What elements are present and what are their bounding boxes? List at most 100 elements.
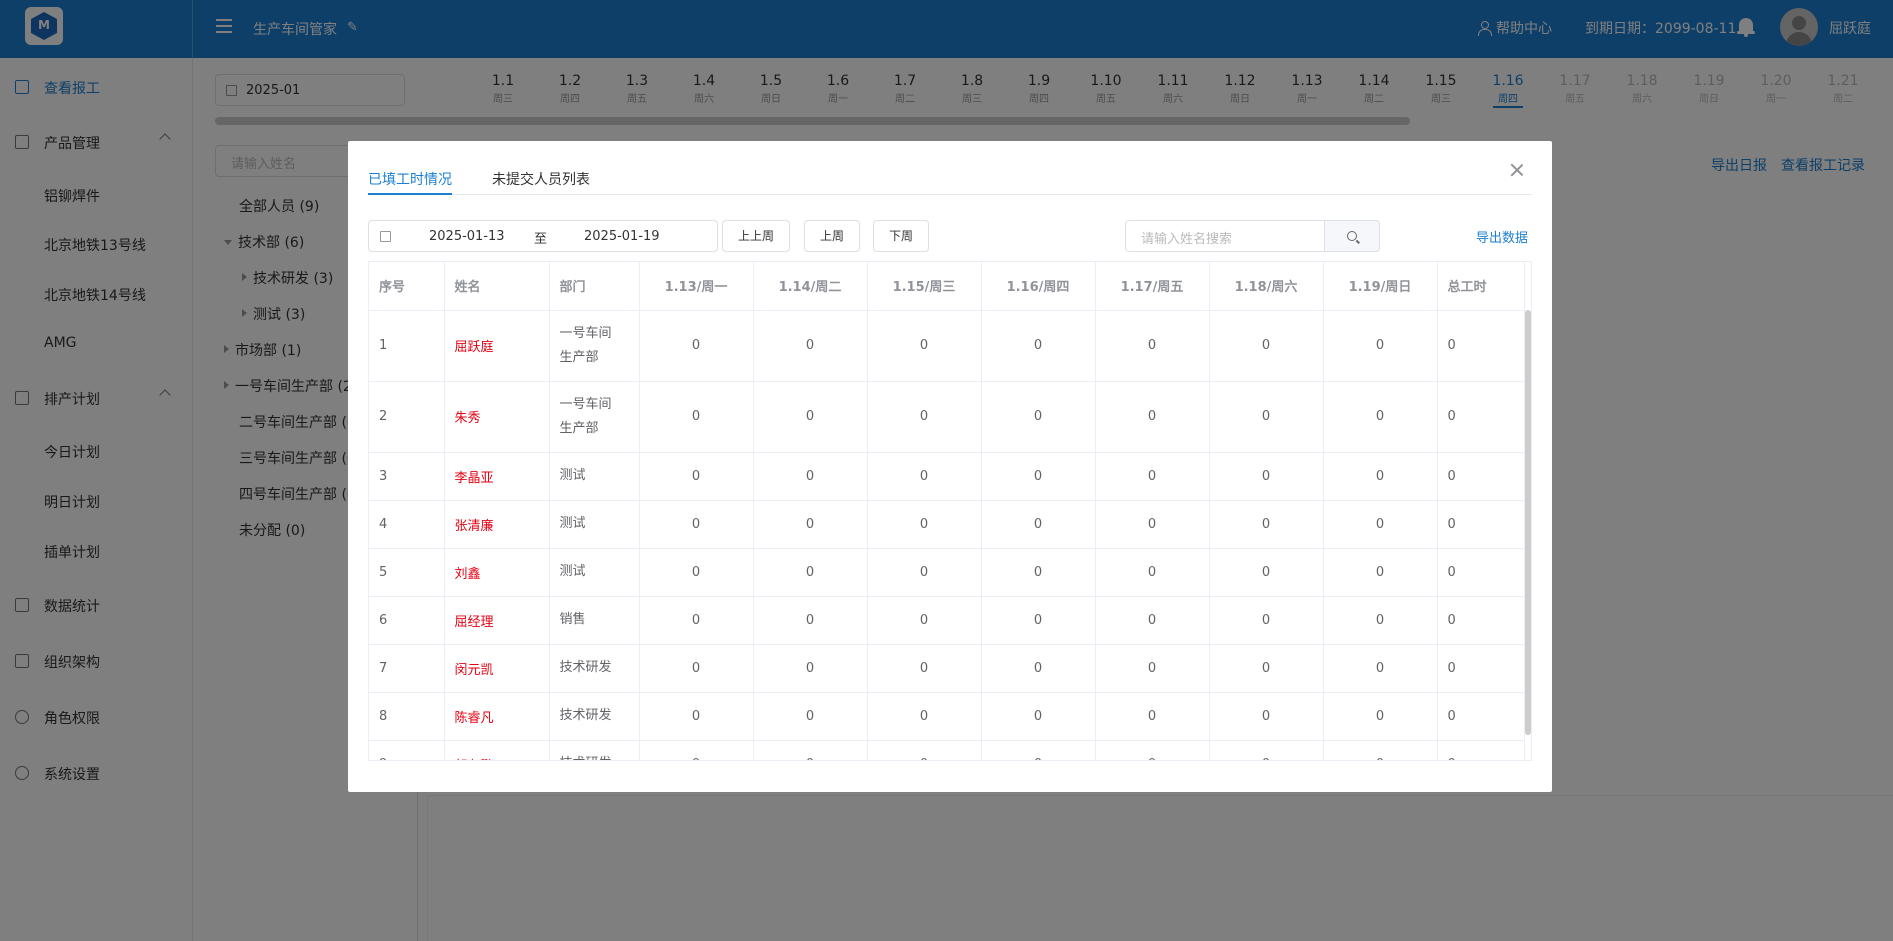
day-hours: 0	[753, 500, 868, 549]
row-number: 4	[369, 500, 445, 549]
total-hours: 0	[1437, 310, 1525, 382]
table-row[interactable]: 3 李晶亚 测试 0 0 0 0 0 0 0 0	[369, 452, 1525, 501]
day-hours: 0	[1095, 740, 1210, 760]
range-start: 2025-01-13	[429, 229, 505, 244]
department: 测试	[549, 452, 640, 501]
table-row[interactable]: 8 陈睿凡 技术研发 0 0 0 0 0 0 0 0	[369, 692, 1525, 741]
hours-table: 序号 姓名 部门 1.13/周一 1.14/周二 1.15/周三 1.16/周四 1.17/周…	[368, 261, 1532, 761]
table-row[interactable]: 4 张清廉 测试 0 0 0 0 0 0 0 0	[369, 500, 1525, 549]
day-hours: 0	[1209, 548, 1324, 597]
tab-filled-hours[interactable]: 已填工时情况	[368, 169, 452, 195]
tab-unsubmitted[interactable]: 未提交人员列表	[492, 169, 590, 195]
row-number: 2	[369, 381, 445, 453]
row-number: 3	[369, 452, 445, 501]
department: 技术研发	[549, 740, 640, 760]
day-hours: 0	[1323, 381, 1438, 453]
department: 测试	[549, 500, 640, 549]
employee-name: 刘鑫	[444, 548, 550, 597]
search-button[interactable]	[1324, 220, 1380, 252]
name-search-input[interactable]: 请输入姓名搜索	[1125, 220, 1325, 252]
calendar-icon	[380, 231, 391, 242]
department: 一号车间生产部	[549, 310, 640, 382]
department: 技术研发	[549, 692, 640, 741]
table-row[interactable]: 5 刘鑫 测试 0 0 0 0 0 0 0 0	[369, 548, 1525, 597]
day-hours: 0	[981, 452, 1096, 501]
column-header: 部门	[549, 262, 640, 311]
day-hours: 0	[1323, 500, 1438, 549]
vertical-scrollbar[interactable]	[1525, 310, 1531, 735]
day-hours: 0	[639, 500, 754, 549]
day-hours: 0	[981, 644, 1096, 693]
employee-name: 陈睿凡	[444, 692, 550, 741]
department: 销售	[549, 596, 640, 645]
employee-name: 闵元凯	[444, 644, 550, 693]
day-hours: 0	[753, 692, 868, 741]
day-hours: 0	[753, 310, 868, 382]
table-row[interactable]: 1 屈跃庭 一号车间生产部 0 0 0 0 0 0 0 0	[369, 310, 1525, 382]
table-row[interactable]: 7 闵元凯 技术研发 0 0 0 0 0 0 0 0	[369, 644, 1525, 693]
dialog-tabs: 已填工时情况 未提交人员列表	[368, 165, 1532, 195]
day-hours: 0	[639, 692, 754, 741]
employee-name: 屈跃庭	[444, 310, 550, 382]
day-hours: 0	[639, 740, 754, 760]
employee-name: 屈经理	[444, 596, 550, 645]
row-number: 1	[369, 310, 445, 382]
day-hours: 0	[1095, 500, 1210, 549]
export-data-link[interactable]: 导出数据	[1476, 227, 1528, 246]
row-number: 6	[369, 596, 445, 645]
search-icon	[1347, 231, 1357, 241]
day-hours: 0	[1209, 692, 1324, 741]
day-hours: 0	[981, 692, 1096, 741]
employee-name: 李晶亚	[444, 452, 550, 501]
day-hours: 0	[867, 548, 982, 597]
total-hours: 0	[1437, 548, 1525, 597]
employee-name: 朱秀	[444, 381, 550, 453]
day-hours: 0	[867, 500, 982, 549]
day-hours: 0	[753, 644, 868, 693]
day-hours: 0	[1323, 596, 1438, 645]
column-header: 总工时	[1437, 262, 1525, 311]
next-week-button[interactable]: 下周	[873, 220, 929, 252]
day-hours: 0	[981, 381, 1096, 453]
prev-week-button[interactable]: 上周	[804, 220, 860, 252]
table-row[interactable]: 9胡友鹏技术研发00000000	[369, 740, 1525, 760]
day-hours: 0	[1095, 452, 1210, 501]
column-header: 1.14/周二	[753, 262, 868, 311]
day-hours: 0	[753, 452, 868, 501]
day-hours: 0	[639, 596, 754, 645]
day-hours: 0	[1095, 310, 1210, 382]
day-hours: 0	[1209, 740, 1324, 760]
column-header: 1.17/周五	[1095, 262, 1210, 311]
row-number: 8	[369, 692, 445, 741]
day-hours: 0	[981, 500, 1096, 549]
day-hours: 0	[1209, 381, 1324, 453]
column-header: 序号	[369, 262, 445, 311]
total-hours: 0	[1437, 644, 1525, 693]
table-header-row: 序号 姓名 部门 1.13/周一 1.14/周二 1.15/周三 1.16/周四 1.17/周…	[369, 262, 1525, 311]
day-hours: 0	[753, 381, 868, 453]
day-hours: 0	[1209, 596, 1324, 645]
day-hours: 0	[639, 381, 754, 453]
day-hours: 0	[981, 596, 1096, 645]
day-hours: 0	[1323, 548, 1438, 597]
table-row[interactable]: 2 朱秀 一号车间生产部 0 0 0 0 0 0 0 0	[369, 381, 1525, 453]
day-hours: 0	[981, 310, 1096, 382]
column-header: 1.18/周六	[1209, 262, 1324, 311]
department: 一号车间生产部	[549, 381, 640, 453]
day-hours: 0	[867, 381, 982, 453]
day-hours: 0	[1209, 500, 1324, 549]
day-hours: 0	[1095, 381, 1210, 453]
day-hours: 0	[867, 644, 982, 693]
table-row[interactable]: 6 屈经理 销售 0 0 0 0 0 0 0 0	[369, 596, 1525, 645]
day-hours: 0	[753, 596, 868, 645]
prev-two-weeks-button[interactable]: 上上周	[722, 220, 790, 252]
date-range-picker[interactable]: 2025-01-13 至 2025-01-19	[368, 220, 718, 252]
day-hours: 0	[1323, 644, 1438, 693]
total-hours: 0	[1437, 452, 1525, 501]
day-hours: 0	[1323, 692, 1438, 741]
day-hours: 0	[867, 452, 982, 501]
day-hours: 0	[867, 740, 982, 760]
day-hours: 0	[867, 692, 982, 741]
day-hours: 0	[1323, 452, 1438, 501]
day-hours: 0	[981, 740, 1096, 760]
